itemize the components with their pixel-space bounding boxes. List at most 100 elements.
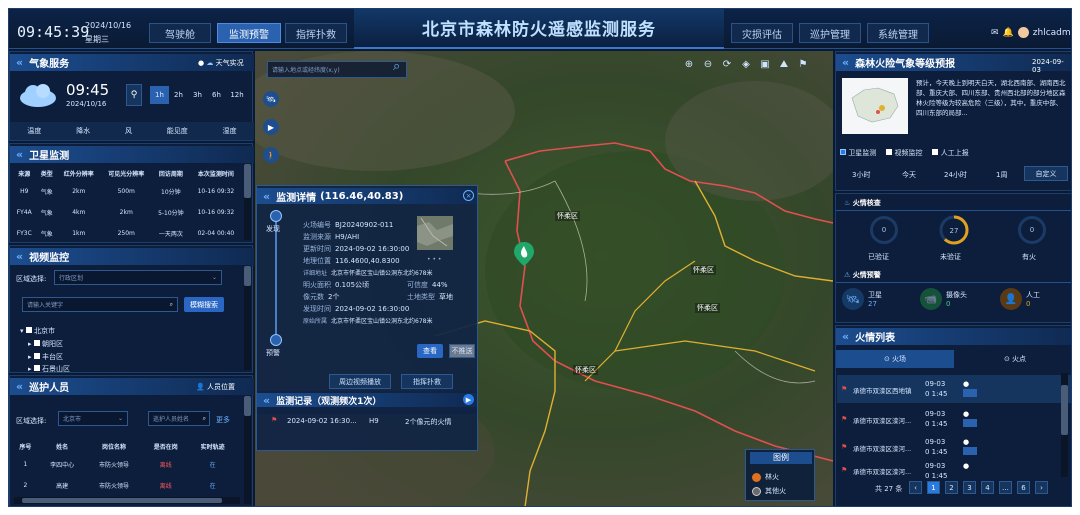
filter-manual[interactable]: 人工上报: [932, 148, 969, 158]
fire-list-item[interactable]: ⚑ 承德市双滦区滦河... 09-03 0 1:45 ●: [837, 405, 1071, 433]
fire-list-item[interactable]: ⚑ 承德市双滦区滦河... 09-03 0 1:45 ●: [837, 433, 1071, 461]
tree-root[interactable]: ▾ 北京市: [20, 326, 55, 336]
nav-tab-cockpit[interactable]: 驾驶舱: [149, 23, 211, 43]
cell-track[interactable]: 在: [189, 454, 236, 475]
metric-temperature[interactable]: 温度: [27, 126, 41, 136]
tree-item[interactable]: ▸ 朝阳区: [28, 339, 63, 349]
table-row[interactable]: 1 李四中心 市防火领导 离线 在: [12, 454, 236, 475]
cell-track[interactable]: 在: [189, 475, 236, 496]
time-tab-3h[interactable]: 3小时: [852, 170, 870, 180]
page-prev[interactable]: ‹: [909, 481, 922, 494]
warning-sat-value[interactable]: 27: [868, 300, 877, 308]
video-region-select[interactable]: 行政区划 ⌄: [54, 270, 222, 285]
range-3h[interactable]: 3h: [188, 86, 207, 104]
nav-tab-monitoring[interactable]: 监测预警: [217, 23, 281, 43]
warning-cam-value[interactable]: 0: [946, 300, 950, 308]
pin-icon[interactable]: ⚑: [796, 57, 810, 71]
scroll-thumb[interactable]: [244, 266, 251, 286]
metric-humidity[interactable]: 湿度: [223, 126, 237, 136]
patrol-scrollbar[interactable]: [244, 396, 251, 504]
nav-tab-command[interactable]: 指挥扑救: [285, 23, 347, 43]
time-tab-24h[interactable]: 24小时: [944, 170, 967, 180]
table-row[interactable]: FY3C 气象 1km 250m 一天两次 02-04 00:40: [12, 223, 242, 244]
range-2h[interactable]: 2h: [169, 86, 188, 104]
range-6h[interactable]: 6h: [207, 86, 226, 104]
nav-tab-system[interactable]: 系统管理: [867, 23, 929, 43]
time-tab-today[interactable]: 今天: [902, 170, 916, 180]
tab-fire-field[interactable]: ⊙ 火场: [836, 350, 954, 368]
scroll-thumb[interactable]: [244, 164, 251, 198]
tab-fire-point[interactable]: ⊙ 火点: [956, 350, 1071, 368]
table-row[interactable]: H9 气象 2km 500m 10分钟 10-16 09:32: [12, 181, 242, 202]
divider: [836, 210, 1071, 211]
tree-item[interactable]: ▸ 丰台区: [28, 352, 63, 362]
range-1h[interactable]: 1h: [150, 86, 169, 104]
toolbox-icon[interactable]: ▣: [758, 57, 772, 71]
avatar[interactable]: [1017, 27, 1029, 38]
filter-satellite[interactable]: 卫星监测: [840, 148, 876, 158]
table-row[interactable]: FY4A 气象 4km 2km 5-10分钟 10-16 09:32: [12, 202, 242, 223]
forecast-map[interactable]: [842, 78, 908, 134]
nav-tab-patrol[interactable]: 巡护管理: [799, 23, 861, 43]
tree-item[interactable]: ▸ 石景山区: [28, 364, 70, 374]
person-layer-icon[interactable]: 🚶: [263, 147, 279, 163]
page-ellipsis[interactable]: ...: [999, 481, 1012, 494]
patrol-more-link[interactable]: 更多: [216, 415, 230, 425]
status-dot: ●: [963, 380, 970, 388]
patrol-hscroll[interactable]: [14, 497, 240, 504]
bell-icon[interactable]: 🔔: [1003, 28, 1014, 38]
page-1[interactable]: 1: [927, 481, 940, 494]
fire-marker-icon[interactable]: [513, 241, 535, 267]
zoom-in-icon[interactable]: ⊕: [682, 57, 696, 71]
person-location-link[interactable]: 👤 人员位置: [196, 382, 235, 392]
scroll-thumb[interactable]: [244, 396, 251, 416]
search-icon[interactable]: ⌕: [393, 59, 400, 74]
page-next[interactable]: ›: [1035, 481, 1048, 494]
terrain-icon[interactable]: ⛰: [777, 57, 791, 71]
video-keyword-input[interactable]: 请输入关键字 ⌕: [22, 297, 178, 312]
video-scrollbar[interactable]: [244, 266, 251, 370]
map-search-input[interactable]: 请输入地点或经纬度(x,y): [267, 61, 407, 78]
range-12h[interactable]: 12h: [226, 86, 248, 104]
page-6[interactable]: 6: [1017, 481, 1030, 494]
time-tab-custom[interactable]: 自定义: [1024, 166, 1068, 181]
video-search-button[interactable]: 模糊搜索: [184, 297, 224, 312]
weather-toggle[interactable]: ● ☁ 天气实况: [198, 58, 244, 68]
patrol-name-input[interactable]: 巡护人员姓名 ⌕: [148, 411, 210, 426]
close-icon[interactable]: ×: [463, 190, 474, 201]
fire-list-item[interactable]: ⚑ 承德市双滦区滦河... 09-03 0 1:45 ●: [837, 459, 1071, 479]
record-time[interactable]: 2024-09-02 16:30...: [287, 417, 357, 425]
metric-precip[interactable]: 降水: [76, 126, 90, 136]
flag-icon: ⚑: [841, 385, 848, 393]
confirm-button[interactable]: 查看: [417, 344, 443, 358]
layers-icon[interactable]: ◈: [739, 57, 753, 71]
dismiss-button[interactable]: 不推送: [449, 344, 475, 358]
satellite-scrollbar[interactable]: [244, 164, 251, 240]
camera-layer-icon[interactable]: ▶: [263, 119, 279, 135]
nav-tab-assessment[interactable]: 灾损评估: [731, 23, 793, 43]
firelist-scrollbar[interactable]: [1061, 373, 1068, 477]
page-4[interactable]: 4: [981, 481, 994, 494]
table-row[interactable]: 2 高建 市防火领导 离线 在: [12, 475, 236, 496]
mail-icon[interactable]: ✉: [991, 28, 999, 38]
scroll-thumb[interactable]: [1061, 385, 1068, 435]
hscroll-thumb[interactable]: [22, 498, 222, 503]
page-3[interactable]: 3: [963, 481, 976, 494]
satellite-thumbnail[interactable]: [417, 216, 453, 250]
time-tab-1w[interactable]: 1周: [996, 170, 1007, 180]
metric-visibility[interactable]: 能见度: [167, 126, 188, 136]
metric-wind[interactable]: 风: [125, 126, 132, 136]
satellite-layer-icon[interactable]: 🛰: [263, 91, 279, 107]
command-button[interactable]: 指挥扑救: [401, 374, 453, 389]
play-icon[interactable]: ▶: [463, 394, 474, 405]
fire-list-item[interactable]: ⚑ 承德市双滦区西地镇 09-03 0 1:45 ●: [837, 375, 1071, 403]
refresh-icon[interactable]: ⟳: [720, 57, 734, 71]
play-video-button[interactable]: 周边视频播放: [329, 374, 391, 389]
warning-person-value[interactable]: 0: [1026, 300, 1030, 308]
filter-video[interactable]: 视频监控: [886, 148, 922, 158]
patrol-region-select[interactable]: 北京市 ⌄: [58, 411, 128, 426]
location-pin-icon[interactable]: ⚲: [126, 84, 142, 106]
page-2[interactable]: 2: [945, 481, 958, 494]
weather-time: 09:45: [66, 81, 110, 99]
zoom-out-icon[interactable]: ⊖: [701, 57, 715, 71]
